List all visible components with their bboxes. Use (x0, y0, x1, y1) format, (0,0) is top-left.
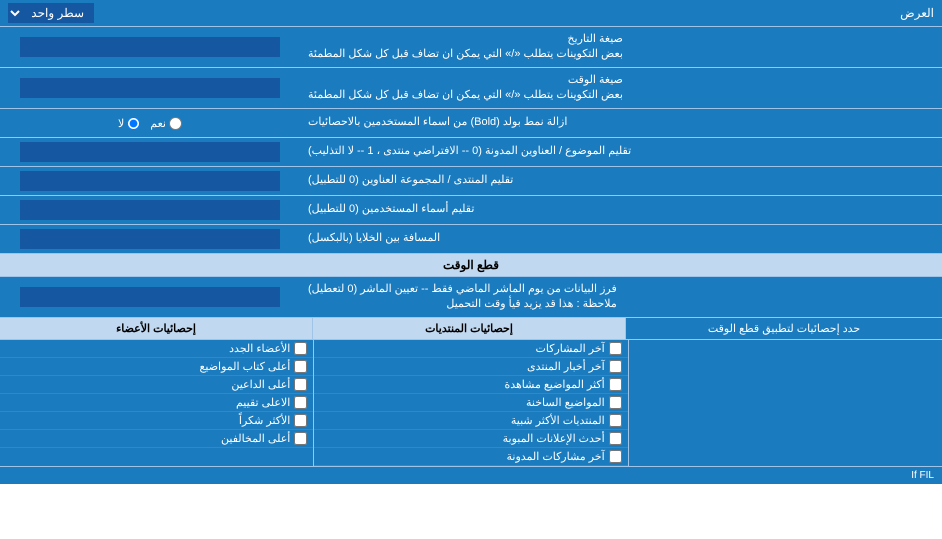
stats-col1-label-6: آخر مشاركات المدونة (507, 450, 605, 463)
member-names-label: تقليم أسماء المستخدمين (0 للتطبيل) (300, 196, 942, 224)
stats-main-label: حدد إحصائيات لتطبيق قطع الوقت (708, 322, 860, 335)
time-format-input-cell: H:i (0, 68, 300, 108)
realtime-value-input-cell: 0 (0, 277, 300, 317)
forum-headers-input-cell: 33 (0, 167, 300, 195)
stats-col2-check-4[interactable] (294, 414, 307, 427)
cell-spacing-row: المسافة بين الخلايا (بالبكسل) 2 (0, 225, 942, 254)
stats-section: حدد إحصائيات لتطبيق قطع الوقت إحصائيات ا… (0, 318, 942, 467)
bold-remove-label: ازالة نمط بولد (Bold) من اسماء المستخدمي… (300, 109, 942, 137)
stats-empty-col (628, 340, 942, 466)
bold-remove-row: ازالة نمط بولد (Bold) من اسماء المستخدمي… (0, 109, 942, 138)
stats-col2-item-2: أعلى الداعين (0, 376, 313, 394)
stats-col2-label-2: أعلى الداعين (231, 378, 290, 391)
stats-header-row: حدد إحصائيات لتطبيق قطع الوقت إحصائيات ا… (0, 318, 942, 340)
stats-col2-check-0[interactable] (294, 342, 307, 355)
stats-col2-item-3: الاعلى تقييم (0, 394, 313, 412)
stats-col1-check-5[interactable] (609, 432, 622, 445)
stats-col2-check-3[interactable] (294, 396, 307, 409)
forum-headers-input[interactable]: 33 (20, 171, 279, 191)
cell-spacing-label: المسافة بين الخلايا (بالبكسل) (300, 225, 942, 253)
date-format-label: صيغة التاريخ بعض التكوينات يتطلب «/» الت… (300, 27, 942, 67)
bold-no-label[interactable]: لا (118, 117, 140, 130)
member-names-input[interactable]: 0 (20, 200, 279, 220)
stats-col1-label-4: المنتديات الأكثر شبية (511, 414, 605, 427)
stats-col2-check-1[interactable] (294, 360, 307, 373)
member-names-row: تقليم أسماء المستخدمين (0 للتطبيل) 0 (0, 196, 942, 225)
stats-col2-check-2[interactable] (294, 378, 307, 391)
display-select[interactable]: سطر واحدسطرينثلاثة أسطر (8, 3, 94, 23)
bold-no-radio[interactable] (127, 117, 140, 130)
forum-headers-row: تقليم المنتدى / المجموعة العناوين (0 للت… (0, 167, 942, 196)
bottom-note: If FIL (0, 467, 942, 484)
stats-col1-check-3[interactable] (609, 396, 622, 409)
member-names-input-cell: 0 (0, 196, 300, 224)
stats-col2-check-5[interactable] (294, 432, 307, 445)
top-label: العرض (900, 6, 934, 20)
stats-main-label-cell: حدد إحصائيات لتطبيق قطع الوقت (625, 318, 942, 339)
time-format-row: صيغة الوقت بعض التكوينات يتطلب «/» التي … (0, 68, 942, 109)
bold-remove-radios: نعم لا (0, 109, 300, 137)
time-format-label: صيغة الوقت بعض التكوينات يتطلب «/» التي … (300, 68, 942, 108)
cell-spacing-input[interactable]: 2 (20, 229, 279, 249)
stats-col2-header: إحصائيات الأعضاء (0, 318, 312, 339)
topic-headers-row: تقليم الموضوع / العناوين المدونة (0 -- ا… (0, 138, 942, 167)
topic-headers-label: تقليم الموضوع / العناوين المدونة (0 -- ا… (300, 138, 942, 166)
time-format-input[interactable]: H:i (20, 78, 279, 98)
stats-col2-label-5: أعلى المخالفين (221, 432, 290, 445)
date-format-input-cell: d-m (0, 27, 300, 67)
topic-headers-input-cell: 33 (0, 138, 300, 166)
bold-yes-label[interactable]: نعم (150, 117, 182, 130)
stats-col2-item-0: الأعضاء الجدد (0, 340, 313, 358)
realtime-value-label: فرز البيانات من يوم الماشر الماضي فقط --… (300, 277, 942, 317)
stats-col2-item-5: أعلى المخالفين (0, 430, 313, 448)
cell-spacing-input-cell: 2 (0, 225, 300, 253)
stats-col2-label-1: أعلى كتاب المواضيع (200, 360, 291, 373)
stats-col1-check-0[interactable] (609, 342, 622, 355)
stats-col1-item-6: آخر مشاركات المدونة (314, 448, 627, 466)
stats-col2-item-1: أعلى كتاب المواضيع (0, 358, 313, 376)
stats-col1-item-2: أكثر المواضيع مشاهدة (314, 376, 627, 394)
date-format-input[interactable]: d-m (20, 37, 279, 57)
stats-col1-label-3: المواضيع الساخنة (526, 396, 605, 409)
stats-col2-label-0: الأعضاء الجدد (229, 342, 290, 355)
stats-col1-item-1: آخر أخبار المنتدى (314, 358, 627, 376)
forum-headers-label: تقليم المنتدى / المجموعة العناوين (0 للت… (300, 167, 942, 195)
stats-col1-check-2[interactable] (609, 378, 622, 391)
stats-col2-label-3: الاعلى تقييم (236, 396, 290, 409)
stats-col1-label-0: آخر المشاركات (536, 342, 605, 355)
stats-col1-item-4: المنتديات الأكثر شبية (314, 412, 627, 430)
stats-col1-header: إحصائيات المنتديات (312, 318, 625, 339)
bold-yes-radio[interactable] (169, 117, 182, 130)
realtime-section-header: قطع الوقت (0, 254, 942, 277)
stats-col1-item-0: آخر المشاركات (314, 340, 627, 358)
realtime-value-row: فرز البيانات من يوم الماشر الماضي فقط --… (0, 277, 942, 318)
stats-col1-item-5: أحدث الإعلانات المبوبة (314, 430, 627, 448)
stats-col2-item-4: الأكثر شكراً (0, 412, 313, 430)
stats-col1-check-4[interactable] (609, 414, 622, 427)
stats-col1-label-5: أحدث الإعلانات المبوبة (503, 432, 605, 445)
stats-col1-item-3: المواضيع الساخنة (314, 394, 627, 412)
realtime-value-input[interactable]: 0 (20, 287, 279, 307)
top-row: العرض سطر واحدسطرينثلاثة أسطر (0, 0, 942, 27)
stats-col1-label-2: أكثر المواضيع مشاهدة (504, 378, 604, 391)
stats-col2-label-4: الأكثر شكراً (239, 414, 290, 427)
stats-col1-check-1[interactable] (609, 360, 622, 373)
stats-col1-items: آخر المشاركات آخر أخبار المنتدى أكثر الم… (313, 340, 627, 466)
topic-headers-input[interactable]: 33 (20, 142, 279, 162)
date-format-row: صيغة التاريخ بعض التكوينات يتطلب «/» الت… (0, 27, 942, 68)
stats-data-area: آخر المشاركات آخر أخبار المنتدى أكثر الم… (0, 340, 942, 466)
stats-col2-items: الأعضاء الجدد أعلى كتاب المواضيع أعلى ال… (0, 340, 313, 466)
stats-col1-label-1: آخر أخبار المنتدى (527, 360, 605, 373)
stats-col1-check-6[interactable] (609, 450, 622, 463)
